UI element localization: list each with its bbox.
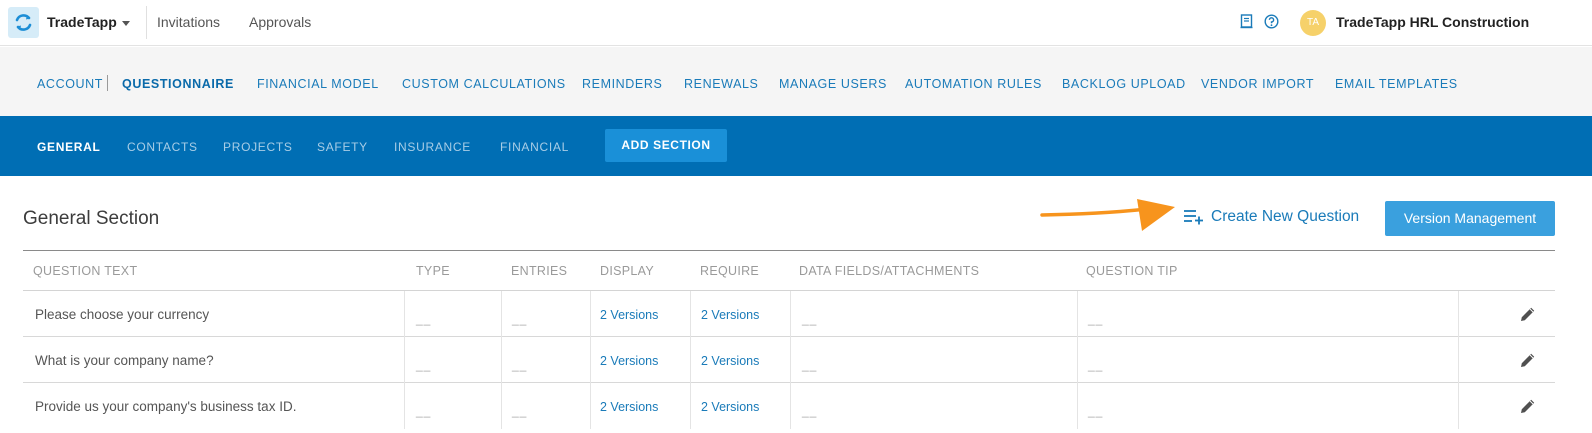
header-type: TYPE <box>416 264 450 278</box>
version-management-button[interactable]: Version Management <box>1385 201 1555 236</box>
cell-divider <box>1077 337 1078 383</box>
admin-nav-account[interactable]: ACCOUNT <box>37 77 103 91</box>
cell-divider <box>790 383 791 429</box>
pencil-edit-icon[interactable] <box>1519 397 1537 420</box>
section-title: General Section <box>23 208 160 229</box>
create-new-question-link[interactable]: Create New Question <box>1211 208 1359 226</box>
entries-value: __ <box>512 404 528 418</box>
cell-divider <box>404 383 405 429</box>
cell-divider <box>1458 383 1459 429</box>
require-versions-link[interactable]: 2 Versions <box>701 308 759 322</box>
tradetapp-logo-icon[interactable] <box>8 7 39 38</box>
admin-nav-custom-calculations[interactable]: CUSTOM CALCULATIONS <box>402 77 566 91</box>
admin-nav-financial-model[interactable]: FINANCIAL MODEL <box>257 77 379 91</box>
admin-nav-manage-users[interactable]: MANAGE USERS <box>779 77 887 91</box>
entries-value: __ <box>512 312 528 326</box>
cell-divider <box>1077 291 1078 337</box>
type-value: __ <box>416 312 432 326</box>
tab-insurance[interactable]: INSURANCE <box>394 140 471 154</box>
avatar[interactable]: TA <box>1300 10 1326 36</box>
admin-nav: ACCOUNT QUESTIONNAIRE FINANCIAL MODEL CU… <box>0 47 1592 116</box>
type-value: __ <box>416 358 432 372</box>
tab-contacts[interactable]: CONTACTS <box>127 140 198 154</box>
display-versions-link[interactable]: 2 Versions <box>600 308 658 322</box>
brand-dropdown-caret-icon[interactable] <box>122 21 130 26</box>
add-list-icon[interactable] <box>1183 207 1205 230</box>
admin-nav-questionnaire[interactable]: QUESTIONNAIRE <box>122 77 234 91</box>
question-tip-value: __ <box>1088 404 1104 418</box>
cell-divider <box>690 383 691 429</box>
question-text: What is your company name? <box>35 353 214 368</box>
table-header: QUESTION TEXT TYPE ENTRIES DISPLAY REQUI… <box>23 250 1555 291</box>
question-text: Please choose your currency <box>35 307 210 322</box>
cell-divider <box>404 337 405 383</box>
cell-divider <box>1458 337 1459 383</box>
cell-divider <box>790 291 791 337</box>
cell-divider <box>790 337 791 383</box>
cell-divider <box>501 291 502 337</box>
top-divider <box>146 6 147 39</box>
entries-value: __ <box>512 358 528 372</box>
cell-divider <box>501 337 502 383</box>
header-question-text: QUESTION TEXT <box>33 264 138 278</box>
header-entries: ENTRIES <box>511 264 568 278</box>
add-section-button[interactable]: ADD SECTION <box>605 129 727 162</box>
header-display: DISPLAY <box>600 264 654 278</box>
table-row[interactable]: Provide us your company's business tax I… <box>23 383 1555 429</box>
header-require: REQUIRE <box>700 264 760 278</box>
question-tip-value: __ <box>1088 358 1104 372</box>
header-question-tip: QUESTION TIP <box>1086 264 1178 278</box>
cell-divider <box>690 291 691 337</box>
top-bar: TradeTapp Invitations Approvals TA Trade… <box>0 0 1592 46</box>
question-tip-value: __ <box>1088 312 1104 326</box>
document-icon[interactable] <box>1240 14 1253 34</box>
nav-link-approvals[interactable]: Approvals <box>249 14 311 30</box>
table-row[interactable]: What is your company name? __ __ 2 Versi… <box>23 337 1555 383</box>
table-row[interactable]: Please choose your currency __ __ 2 Vers… <box>23 291 1555 337</box>
cell-divider <box>501 383 502 429</box>
tab-general[interactable]: GENERAL <box>37 140 101 154</box>
cell-divider <box>590 291 591 337</box>
admin-nav-vendor-import[interactable]: VENDOR IMPORT <box>1201 77 1314 91</box>
section-tabs-bar: GENERAL CONTACTS PROJECTS SAFETY INSURAN… <box>0 116 1592 176</box>
cell-divider <box>404 291 405 337</box>
cell-divider <box>1458 291 1459 337</box>
data-fields-value: __ <box>802 312 818 326</box>
display-versions-link[interactable]: 2 Versions <box>600 400 658 414</box>
admin-nav-backlog-upload[interactable]: BACKLOG UPLOAD <box>1062 77 1186 91</box>
data-fields-value: __ <box>802 358 818 372</box>
cell-divider <box>1077 383 1078 429</box>
require-versions-link[interactable]: 2 Versions <box>701 400 759 414</box>
pencil-edit-icon[interactable] <box>1519 351 1537 374</box>
admin-nav-email-templates[interactable]: EMAIL TEMPLATES <box>1335 77 1458 91</box>
admin-nav-reminders[interactable]: REMINDERS <box>582 77 662 91</box>
help-icon[interactable] <box>1264 14 1279 34</box>
require-versions-link[interactable]: 2 Versions <box>701 354 759 368</box>
display-versions-link[interactable]: 2 Versions <box>600 354 658 368</box>
question-text: Provide us your company's business tax I… <box>35 399 297 414</box>
admin-nav-automation-rules[interactable]: AUTOMATION RULES <box>905 77 1042 91</box>
cell-divider <box>590 383 591 429</box>
tab-financial[interactable]: FINANCIAL <box>500 140 569 154</box>
brand-name[interactable]: TradeTapp <box>47 14 117 30</box>
pencil-edit-icon[interactable] <box>1519 305 1537 328</box>
type-value: __ <box>416 404 432 418</box>
company-name[interactable]: TradeTapp HRL Construction <box>1336 14 1529 30</box>
admin-nav-renewals[interactable]: RENEWALS <box>684 77 759 91</box>
header-data-fields: DATA FIELDS/ATTACHMENTS <box>799 264 980 278</box>
admin-nav-separator <box>107 75 108 91</box>
tab-projects[interactable]: PROJECTS <box>223 140 293 154</box>
cell-divider <box>690 337 691 383</box>
nav-link-invitations[interactable]: Invitations <box>157 14 220 30</box>
tab-safety[interactable]: SAFETY <box>317 140 368 154</box>
cell-divider <box>590 337 591 383</box>
orange-arrow-icon <box>1040 199 1175 231</box>
data-fields-value: __ <box>802 404 818 418</box>
